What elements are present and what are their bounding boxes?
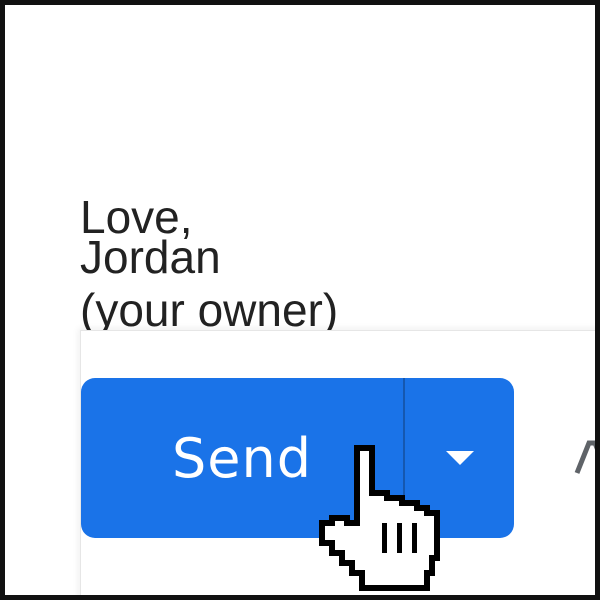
format-text-icon[interactable]	[573, 439, 595, 489]
send-button-group: Send	[81, 378, 514, 538]
previous-line-cut	[80, 5, 580, 10]
signature-note: (your owner)	[80, 284, 339, 336]
zoomed-screenshot-frame: Love, Jordan (your owner) Send	[0, 0, 600, 600]
signature-name: Jordan	[80, 231, 221, 283]
email-body[interactable]: Love, Jordan (your owner)	[80, 5, 580, 333]
caret-down-icon	[445, 451, 474, 465]
hand-pointer-icon	[302, 443, 442, 595]
